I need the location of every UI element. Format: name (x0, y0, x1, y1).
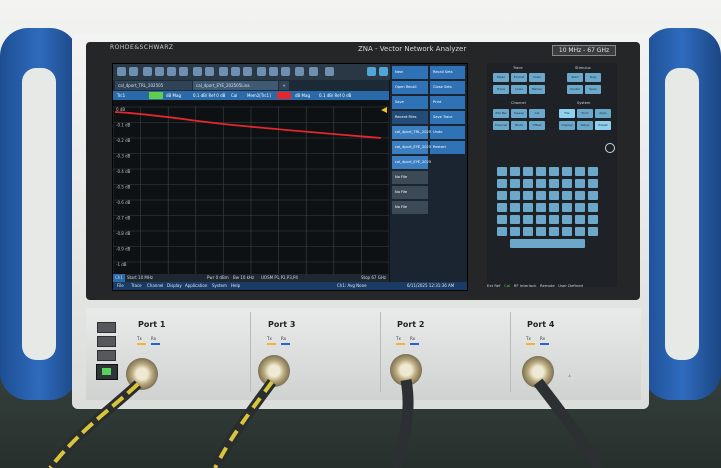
test-cables (46, 378, 605, 468)
cable-port-2 (390, 378, 414, 468)
cable-port-4 (533, 378, 605, 468)
cable-port-1 (46, 380, 142, 468)
